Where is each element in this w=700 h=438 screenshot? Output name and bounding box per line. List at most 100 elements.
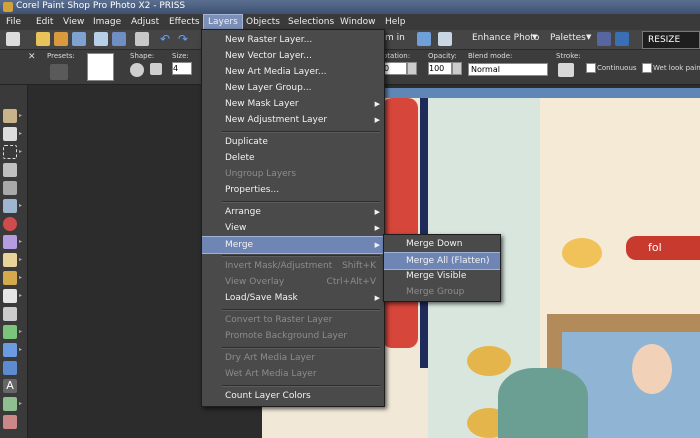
- teal-leaves: [498, 368, 588, 438]
- lighten-icon[interactable]: [3, 325, 17, 339]
- menu-view[interactable]: View: [59, 15, 88, 29]
- selection-icon[interactable]: [3, 145, 17, 159]
- submenu-arrow-icon: ▶: [374, 100, 380, 108]
- menu-objects[interactable]: Objects: [242, 15, 284, 29]
- browse-icon[interactable]: [54, 32, 68, 46]
- menu-item-new-raster-layer[interactable]: New Raster Layer...: [202, 32, 384, 48]
- menu-item-ungroup-layers: Ungroup Layers: [225, 169, 297, 179]
- open-folder-icon[interactable]: [36, 32, 50, 46]
- menu-item-view[interactable]: View ▶: [202, 220, 384, 236]
- menu-separator: [222, 347, 380, 349]
- menu-layers[interactable]: Layers: [203, 14, 243, 30]
- app-icon: [3, 2, 13, 12]
- menu-item-load-save-mask[interactable]: Load/Save Mask ▶: [202, 290, 384, 306]
- menu-item-new-adjustment-layer[interactable]: New Adjustment Layer ▶: [202, 112, 384, 128]
- menu-effects[interactable]: Effects: [165, 15, 204, 29]
- enhance-photo-chevron-icon[interactable]: ▼: [532, 33, 537, 41]
- presets-label: Presets:: [47, 52, 75, 60]
- camera-icon[interactable]: [417, 32, 431, 46]
- menu-item-delete[interactable]: Delete: [202, 150, 384, 166]
- menu-item-wet-art-media: Wet Art Media Layer: [225, 369, 317, 379]
- menu-item-merge[interactable]: Merge ▶: [202, 236, 384, 254]
- palettes-chevron-icon[interactable]: ▼: [586, 33, 591, 41]
- menu-item-merge-down[interactable]: Merge Down: [384, 236, 500, 252]
- makeover-icon[interactable]: [3, 235, 17, 249]
- brush-preview[interactable]: [87, 53, 114, 81]
- rotation-dropdown[interactable]: [407, 62, 417, 75]
- menu-edit[interactable]: Edit: [32, 15, 57, 29]
- menu-adjust[interactable]: Adjust: [127, 15, 163, 29]
- smudge-icon[interactable]: [3, 307, 17, 321]
- menu-item-merge-visible[interactable]: Merge Visible: [384, 268, 500, 284]
- enhance-photo-menu[interactable]: Enhance Photo: [472, 33, 539, 43]
- redo-icon[interactable]: ↷: [176, 32, 190, 46]
- paint-brush-icon[interactable]: [3, 271, 17, 285]
- window-title: Corel Paint Shop Pro Photo X2 - PRISS: [16, 1, 186, 11]
- submenu-arrow-icon: ▶: [374, 224, 380, 232]
- menu-item-new-art-media-layer[interactable]: New Art Media Layer...: [202, 64, 384, 80]
- new-file-icon[interactable]: [6, 32, 20, 46]
- pan-hand-icon[interactable]: [3, 109, 17, 123]
- presets-brush-icon[interactable]: [50, 64, 68, 80]
- continuous-label: Continuous: [597, 64, 637, 72]
- move-icon[interactable]: [3, 199, 17, 213]
- wet-look-checkbox[interactable]: [642, 63, 652, 73]
- zoom-in-label[interactable]: m in: [385, 33, 405, 43]
- menu-item-view-overlay: View Overlay Ctrl+Alt+V: [225, 277, 376, 287]
- print-icon[interactable]: [94, 32, 108, 46]
- menu-window[interactable]: Window: [336, 15, 380, 29]
- size-input[interactable]: 4: [172, 62, 192, 75]
- menu-item-invert-mask: Invert Mask/Adjustment Shift+K: [225, 261, 376, 271]
- fill-icon[interactable]: [3, 361, 17, 375]
- menu-separator: [222, 201, 380, 203]
- menu-file[interactable]: File: [2, 15, 25, 29]
- tools-palette: ▸ ▸ ▸ ▸ ▸ ▸ ▸ ▸ ▸ ▸ A ▸: [0, 85, 28, 438]
- round-shape-icon[interactable]: [130, 63, 144, 77]
- continuous-checkbox[interactable]: [586, 63, 596, 73]
- script-icon[interactable]: [597, 32, 611, 46]
- undo-icon[interactable]: ↶: [158, 32, 172, 46]
- menu-item-new-mask-layer[interactable]: New Mask Layer ▶: [202, 96, 384, 112]
- opacity-dropdown[interactable]: [452, 62, 462, 75]
- preset-shape-icon[interactable]: [3, 397, 17, 411]
- eraser-icon[interactable]: [3, 289, 17, 303]
- stroke-icon[interactable]: [558, 63, 574, 77]
- menu-item-new-layer-group[interactable]: New Layer Group...: [202, 80, 384, 96]
- photo-icon[interactable]: [438, 32, 452, 46]
- save-as-icon[interactable]: [112, 32, 126, 46]
- resize-for-web-button[interactable]: RESIZE FOR W: [642, 31, 700, 61]
- child-face: [632, 344, 672, 394]
- close-options-icon[interactable]: ✕: [28, 52, 36, 62]
- menu-item-properties[interactable]: Properties...: [202, 182, 384, 198]
- opacity-label: Opacity:: [428, 52, 457, 60]
- menu-selections[interactable]: Selections: [284, 15, 338, 29]
- yellow-flower-cluster: [562, 238, 602, 268]
- save-icon[interactable]: [72, 32, 86, 46]
- menu-item-duplicate[interactable]: Duplicate: [202, 134, 384, 150]
- scanner-icon[interactable]: [135, 32, 149, 46]
- square-shape-icon[interactable]: [150, 63, 162, 75]
- menu-item-arrange[interactable]: Arrange ▶: [202, 204, 384, 220]
- menu-separator: [222, 255, 380, 257]
- menu-image[interactable]: Image: [89, 15, 125, 29]
- clone-brush-icon[interactable]: [3, 253, 17, 267]
- layers-menu: New Raster Layer... New Vector Layer... …: [201, 29, 385, 407]
- rotation-input[interactable]: 0: [383, 62, 407, 75]
- blend-mode-select[interactable]: Normal: [468, 63, 548, 76]
- menu-separator: [222, 385, 380, 387]
- menu-item-convert-to-raster: Convert to Raster Layer: [225, 315, 333, 325]
- crop-icon[interactable]: [3, 181, 17, 195]
- dropper-icon[interactable]: [3, 163, 17, 177]
- text-tool-icon[interactable]: A: [3, 379, 17, 393]
- red-eye-icon[interactable]: [3, 217, 17, 231]
- wet-look-label: Wet look paint: [653, 64, 700, 72]
- color-replacer-icon[interactable]: [3, 343, 17, 357]
- menu-item-count-layer-colors[interactable]: Count Layer Colors: [202, 388, 384, 404]
- opacity-input[interactable]: 100: [428, 62, 452, 75]
- pen-icon[interactable]: [3, 415, 17, 429]
- pick-arrow-icon[interactable]: [3, 127, 17, 141]
- run-script-icon[interactable]: [615, 32, 629, 46]
- menu-help[interactable]: Help: [381, 15, 410, 29]
- menu-item-new-vector-layer[interactable]: New Vector Layer...: [202, 48, 384, 64]
- palettes-menu[interactable]: Palettes: [550, 33, 586, 43]
